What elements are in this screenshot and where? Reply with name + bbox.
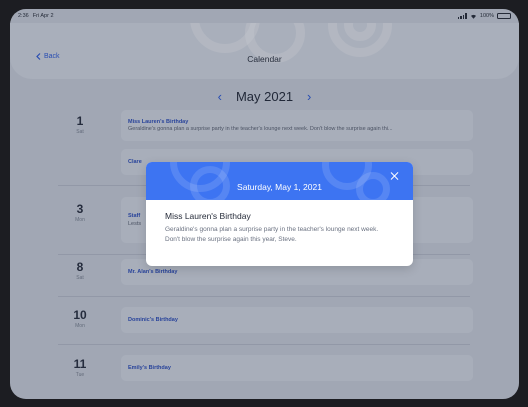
close-icon[interactable]: [389, 171, 399, 181]
day-weekday: Mon: [75, 217, 85, 223]
day-label: 10 Mon: [60, 308, 100, 329]
page-title: Calendar: [247, 54, 282, 64]
event-title: Mr. Alan's Birthday: [128, 269, 178, 275]
day-label: 11 Tue: [60, 357, 100, 378]
event-title: Miss Lauren's Birthday: [128, 118, 189, 125]
row-divider: [58, 296, 470, 297]
row-divider: [58, 344, 470, 345]
day-weekday: Sat: [76, 129, 84, 135]
event-card[interactable]: Emily's Birthday: [121, 355, 473, 381]
prev-month-button[interactable]: ‹: [218, 90, 222, 103]
event-title: Emily's Birthday: [128, 365, 171, 371]
modal-description: Geraldine's gonna plan a surprise party …: [165, 226, 379, 243]
modal-header: Saturday, May 1, 2021: [146, 162, 413, 200]
event-card[interactable]: Dominic's Birthday: [121, 307, 473, 333]
signal-icon: [457, 13, 467, 19]
month-navigator: ‹ May 2021 ›: [10, 89, 519, 104]
day-label: 1 Sat: [60, 114, 100, 135]
day-number: 8: [76, 260, 84, 274]
day-number: 11: [73, 357, 87, 371]
status-date: Fri Apr 2: [32, 13, 54, 19]
event-title: Dominic's Birthday: [128, 317, 178, 323]
device-frame: 2:36 Fri Apr 2 100% Back Calendar ‹ May …: [0, 0, 528, 407]
day-weekday: Sat: [76, 275, 84, 281]
day-number: 1: [76, 114, 84, 128]
battery-icon: [497, 13, 511, 19]
modal-date: Saturday, May 1, 2021: [237, 181, 322, 192]
day-number: 10: [73, 308, 87, 322]
day-weekday: Tue: [75, 372, 85, 378]
app-header: Back Calendar: [10, 23, 519, 79]
modal-body: Miss Lauren's Birthday Geraldine's gonna…: [146, 200, 413, 244]
event-card[interactable]: Miss Lauren's Birthday Geraldine's gonna…: [121, 110, 473, 141]
month-label: May 2021: [235, 89, 294, 104]
status-time: 2:36: [18, 13, 29, 19]
wifi-icon: [470, 14, 476, 19]
event-detail-modal: Saturday, May 1, 2021 Miss Lauren's Birt…: [146, 162, 413, 266]
event-body: Geraldine's gonna plan a surprise party …: [128, 126, 393, 133]
day-number: 3: [76, 202, 84, 216]
status-bar: 2:36 Fri Apr 2 100%: [10, 9, 519, 23]
next-month-button[interactable]: ›: [307, 90, 311, 103]
app-screen: 2:36 Fri Apr 2 100% Back Calendar ‹ May …: [10, 9, 519, 399]
day-label: 8 Sat: [60, 260, 100, 281]
day-weekday: Mon: [75, 323, 85, 329]
status-indicators: 100%: [457, 13, 511, 19]
day-label: 3 Mon: [60, 202, 100, 223]
battery-percent: 100%: [479, 13, 494, 19]
modal-title: Miss Lauren's Birthday: [165, 211, 251, 221]
